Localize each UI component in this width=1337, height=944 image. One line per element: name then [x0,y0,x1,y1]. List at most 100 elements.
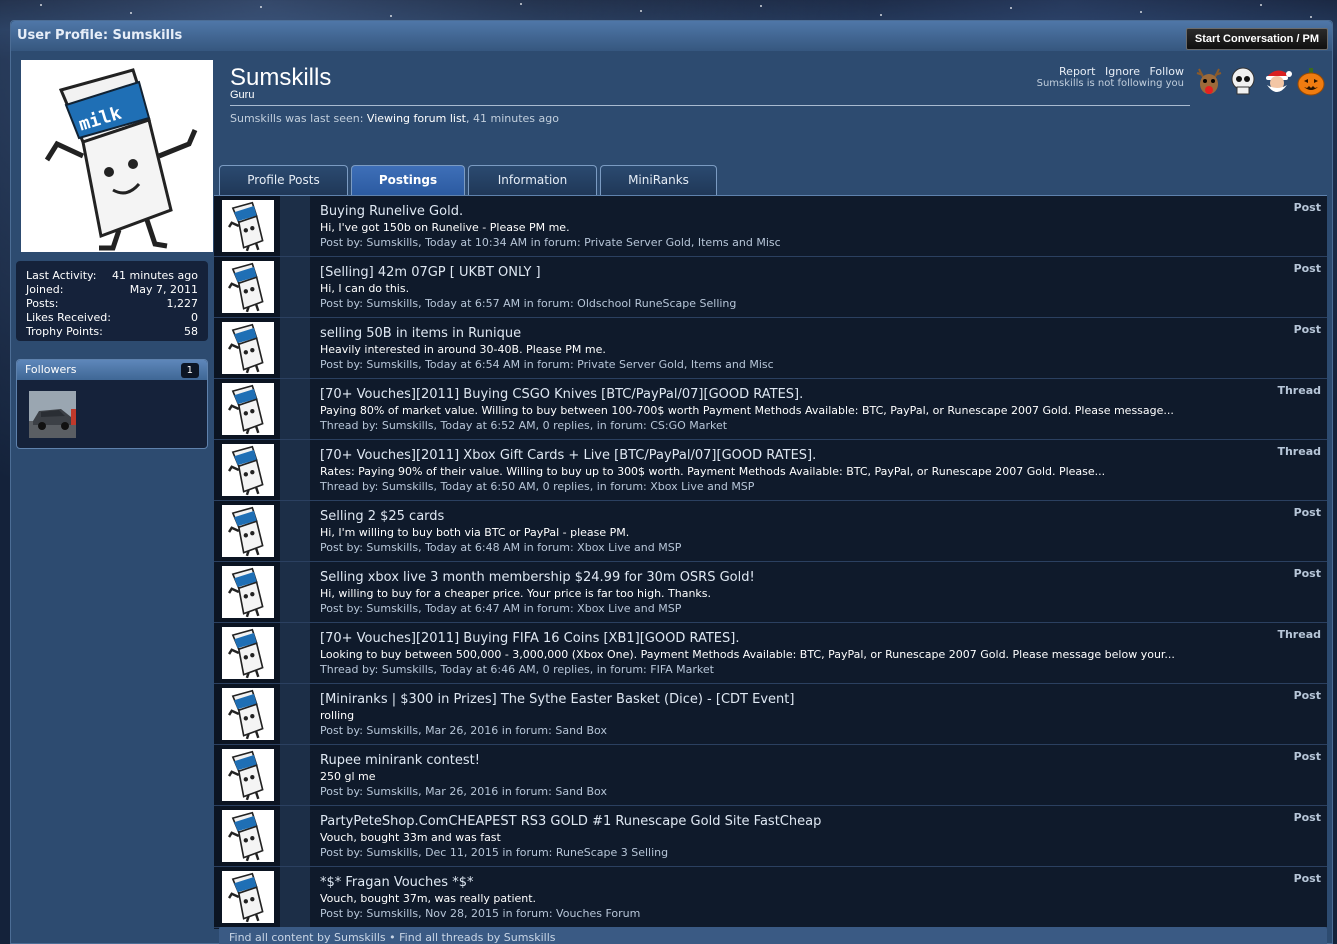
tab-miniranks[interactable]: MiniRanks [600,165,717,196]
posting-meta: Thread by: Sumskills, Today at 6:50 AM, … [320,480,755,493]
followers-header[interactable]: Followers 1 [17,360,207,380]
posting-avatar-cell [214,745,280,805]
postings-footer: Find all content by Sumskills • Find all… [219,927,1327,944]
profile-actions: Report Ignore Follow Sumskills is not fo… [1037,65,1184,89]
find-all-content-link[interactable]: Find all content by Sumskills [229,931,386,944]
followers-count-badge: 1 [180,362,199,378]
posting-type-badge: Thread [1277,384,1321,397]
posting-type-badge: Post [1293,811,1321,824]
posting-avatar[interactable] [222,505,274,557]
posting-type-badge: Post [1293,750,1321,763]
posting-avatar[interactable] [222,749,274,801]
posting-spacer [280,867,310,927]
posting-snippet: Paying 80% of market value. Willing to b… [320,404,1174,417]
follower-avatar[interactable] [29,391,76,438]
posting-type-badge: Post [1293,872,1321,885]
stat-last-activity: Last Activity: 41 minutes ago [26,269,198,282]
posting-row: Rupee minirank contest! 250 gl me Post by:… [214,745,1327,806]
posting-title-link[interactable]: [Selling] 42m 07GP [ UKBT ONLY ] [320,265,541,280]
posting-avatar-cell [214,196,280,256]
posting-avatar[interactable] [222,444,274,496]
posting-title-link[interactable]: [70+ Vouches][2011] Xbox Gift Cards + Li… [320,448,816,463]
posting-avatar-cell [214,684,280,744]
posting-title-link[interactable]: Selling xbox live 3 month membership $24… [320,570,755,585]
posting-avatar[interactable] [222,383,274,435]
posting-avatar[interactable] [222,688,274,740]
skull-icon[interactable] [1227,65,1259,97]
posting-spacer [280,684,310,744]
last-seen-activity-link[interactable]: Viewing forum list [367,112,466,125]
posting-avatar[interactable] [222,200,274,252]
posting-title-link[interactable]: selling 50B in items in Runique [320,326,521,341]
posting-type-badge: Post [1293,323,1321,336]
posting-title-link[interactable]: [70+ Vouches][2011] Buying FIFA 16 Coins… [320,631,739,646]
posting-avatar[interactable] [222,322,274,374]
find-all-threads-link[interactable]: Find all threads by Sumskills [399,931,555,944]
last-seen-line: Sumskills was last seen: Viewing forum l… [230,112,559,125]
profile-header-bar: User Profile: Sumskills Start Conversati… [11,21,1332,51]
posting-avatar-cell [214,562,280,622]
milk-carton-icon [222,566,274,618]
ignore-link[interactable]: Ignore [1105,65,1140,78]
tab-information[interactable]: Information [468,165,597,196]
posting-meta: Post by: Sumskills, Today at 6:48 AM in … [320,541,682,554]
profile-avatar[interactable]: milk [21,60,213,252]
posting-avatar[interactable] [222,810,274,862]
posting-type-badge: Thread [1277,628,1321,641]
posting-type-badge: Post [1293,201,1321,214]
start-conversation-button[interactable]: Start Conversation / PM [1185,28,1328,50]
posting-type-badge: Post [1293,689,1321,702]
posting-spacer [280,257,310,317]
milk-carton-icon [222,749,274,801]
posting-avatar-cell [214,501,280,561]
pumpkin-icon[interactable] [1295,65,1327,97]
followers-label: Followers [25,363,77,376]
posting-title-link[interactable]: *$* Fragan Vouches *$* [320,875,473,890]
posting-snippet: Hi, I'm willing to buy both via BTC or P… [320,526,630,539]
posting-snippet: Looking to buy between 500,000 - 3,000,0… [320,648,1175,661]
posting-avatar[interactable] [222,871,274,923]
reindeer-icon[interactable] [1193,65,1225,97]
footer-separator: • [389,931,396,944]
posting-row: [Miniranks | $300 in Prizes] The Sythe E… [214,684,1327,745]
posting-snippet: Vouch, bought 33m and was fast [320,831,501,844]
posting-title-link[interactable]: [Miniranks | $300 in Prizes] The Sythe E… [320,692,794,707]
tab-profile-posts[interactable]: Profile Posts [219,165,348,196]
santa-icon[interactable] [1261,65,1293,97]
tab-postings[interactable]: Postings [351,165,465,196]
milk-carton-icon [222,688,274,740]
posting-avatar[interactable] [222,261,274,313]
report-link[interactable]: Report [1059,65,1095,78]
milk-carton-icon [222,261,274,313]
posting-spacer [280,196,310,256]
follow-link[interactable]: Follow [1149,65,1184,78]
stat-posts: Posts: 1,227 [26,297,198,310]
posting-avatar[interactable] [222,566,274,618]
posting-row: [70+ Vouches][2011] Buying CSGO Knives [… [214,379,1327,440]
posting-meta: Post by: Sumskills, Today at 6:47 AM in … [320,602,682,615]
posting-title-link[interactable]: Rupee minirank contest! [320,753,480,768]
posting-title-link[interactable]: [70+ Vouches][2011] Buying CSGO Knives [… [320,387,803,402]
milk-carton-icon [222,200,274,252]
posting-avatar-cell [214,440,280,500]
postings-list: Buying Runelive Gold. Hi, I've got 150b o… [214,195,1327,929]
profile-username: Sumskills [230,64,332,91]
member-stats: Last Activity: 41 minutes ago Joined: May … [16,261,208,341]
milk-carton-icon [222,322,274,374]
posting-snippet: rolling [320,709,355,722]
milk-carton-icon [222,871,274,923]
posting-title-link[interactable]: Selling 2 $25 cards [320,509,444,524]
posting-avatar[interactable] [222,627,274,679]
milk-carton-icon: milk [21,60,213,252]
posting-spacer [280,501,310,561]
posting-spacer [280,440,310,500]
milk-carton-icon [222,383,274,435]
posting-snippet: Rates: Paying 90% of their value. Willin… [320,465,1106,478]
posting-title-link[interactable]: Buying Runelive Gold. [320,204,463,219]
posting-meta: Post by: Sumskills, Today at 6:54 AM in … [320,358,774,371]
posting-title-link[interactable]: PartyPeteShop.ComCHEAPEST RS3 GOLD #1 Ru… [320,814,821,829]
posting-meta: Post by: Sumskills, Mar 26, 2016 in foru… [320,724,607,737]
posting-spacer [280,806,310,866]
profile-frame: User Profile: Sumskills Start Conversati… [10,20,1333,944]
posting-snippet: Hi, willing to buy for a cheaper price. … [320,587,712,600]
